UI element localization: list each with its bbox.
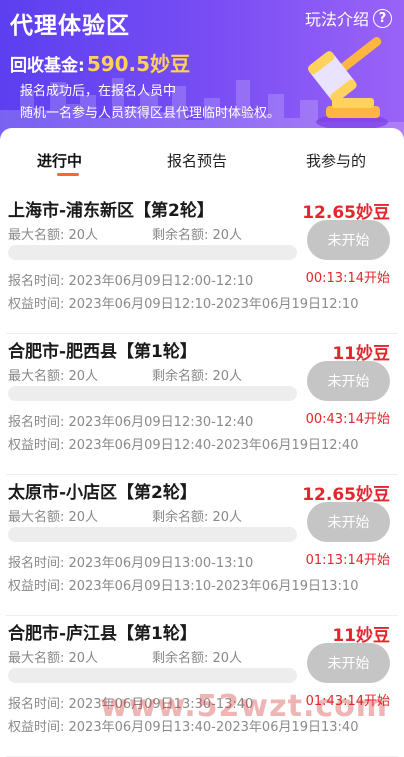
not-started-button[interactable]: 未开始 — [307, 220, 390, 260]
registration-time: 报名时间: 2023年06月09日12:30-12:40 — [8, 415, 254, 430]
list-item[interactable]: 合肥市-肥西县【第1轮】 11妙豆 最大名额: 20人 剩余名额: 20人 未开… — [6, 334, 398, 475]
countdown: 01:13:14开始 — [305, 553, 390, 568]
rights-time: 权益时间: 2023年06月09日13:10-2023年06月19日13:10 — [8, 579, 359, 594]
registration-time: 报名时间: 2023年06月09日13:00-13:10 — [8, 556, 254, 571]
progress-bar — [8, 245, 297, 260]
header-banner: 代理体验区 玩法介绍 ? 回收基金: 590.5妙豆 报名成功后，在报名人员中 随… — [0, 0, 404, 140]
rule-description-line-2: 随机一名参与人员获得区县代理临时体验权。 — [20, 106, 281, 121]
question-circle-icon[interactable]: ? — [373, 8, 392, 28]
tab-my-participation[interactable]: 我参与的 — [306, 150, 366, 171]
max-quota: 最大名额: 20人 — [8, 651, 99, 666]
countdown: 00:13:14开始 — [305, 271, 390, 286]
countdown: 00:43:14开始 — [305, 412, 390, 427]
region-title: 合肥市-庐江县【第1轮】 — [8, 624, 197, 644]
region-title: 合肥市-肥西县【第1轮】 — [8, 342, 197, 362]
rule-description-line-1: 报名成功后，在报名人员中 — [20, 84, 177, 99]
content-panel: 进行中 报名预告 我参与的 上海市-浦东新区【第2轮】 12.65妙豆 最大名额… — [0, 128, 404, 757]
tab-registration-preview[interactable]: 报名预告 — [167, 150, 227, 171]
progress-bar — [8, 527, 297, 542]
progress-bar — [8, 386, 297, 401]
help-glyph: ? — [378, 10, 387, 26]
gavel-icon — [307, 36, 388, 130]
remaining-quota: 剩余名额: 20人 — [152, 369, 243, 384]
list-item[interactable]: 太原市-小店区【第2轮】 12.65妙豆 最大名额: 20人 剩余名额: 20人… — [6, 475, 398, 616]
max-quota: 最大名额: 20人 — [8, 369, 99, 384]
tab-in-progress[interactable]: 进行中 — [37, 150, 82, 171]
progress-bar — [8, 668, 297, 683]
tab-bar: 进行中 报名预告 我参与的 — [0, 128, 404, 178]
remaining-quota: 剩余名额: 20人 — [152, 228, 243, 243]
not-started-button[interactable]: 未开始 — [307, 643, 390, 683]
remaining-quota: 剩余名额: 20人 — [152, 510, 243, 525]
remaining-quota: 剩余名额: 20人 — [152, 651, 243, 666]
page-title: 代理体验区 — [10, 13, 130, 39]
registration-time: 报名时间: 2023年06月09日12:00-12:10 — [8, 274, 254, 289]
active-tab-indicator — [57, 173, 79, 176]
fund-label: 回收基金: — [10, 56, 85, 76]
list-item[interactable]: 上海市-浦东新区【第2轮】 12.65妙豆 最大名额: 20人 剩余名额: 20… — [6, 193, 398, 334]
not-started-button[interactable]: 未开始 — [307, 502, 390, 542]
max-quota: 最大名额: 20人 — [8, 510, 99, 525]
list-item[interactable]: 合肥市-庐江县【第1轮】 11妙豆 最大名额: 20人 剩余名额: 20人 未开… — [6, 616, 398, 757]
fund-value: 590.5妙豆 — [86, 52, 191, 76]
recovery-fund: 回收基金: 590.5妙豆 — [10, 48, 190, 77]
not-started-button[interactable]: 未开始 — [307, 361, 390, 401]
region-title: 太原市-小店区【第2轮】 — [8, 483, 197, 503]
watermark: www.52wzt.com — [100, 689, 388, 724]
max-quota: 最大名额: 20人 — [8, 228, 99, 243]
rights-time: 权益时间: 2023年06月09日12:40-2023年06月19日12:40 — [8, 438, 359, 453]
rights-time: 权益时间: 2023年06月09日12:10-2023年06月19日12:10 — [8, 297, 359, 312]
region-title: 上海市-浦东新区【第2轮】 — [8, 201, 214, 221]
experience-list: 上海市-浦东新区【第2轮】 12.65妙豆 最大名额: 20人 剩余名额: 20… — [0, 193, 404, 757]
